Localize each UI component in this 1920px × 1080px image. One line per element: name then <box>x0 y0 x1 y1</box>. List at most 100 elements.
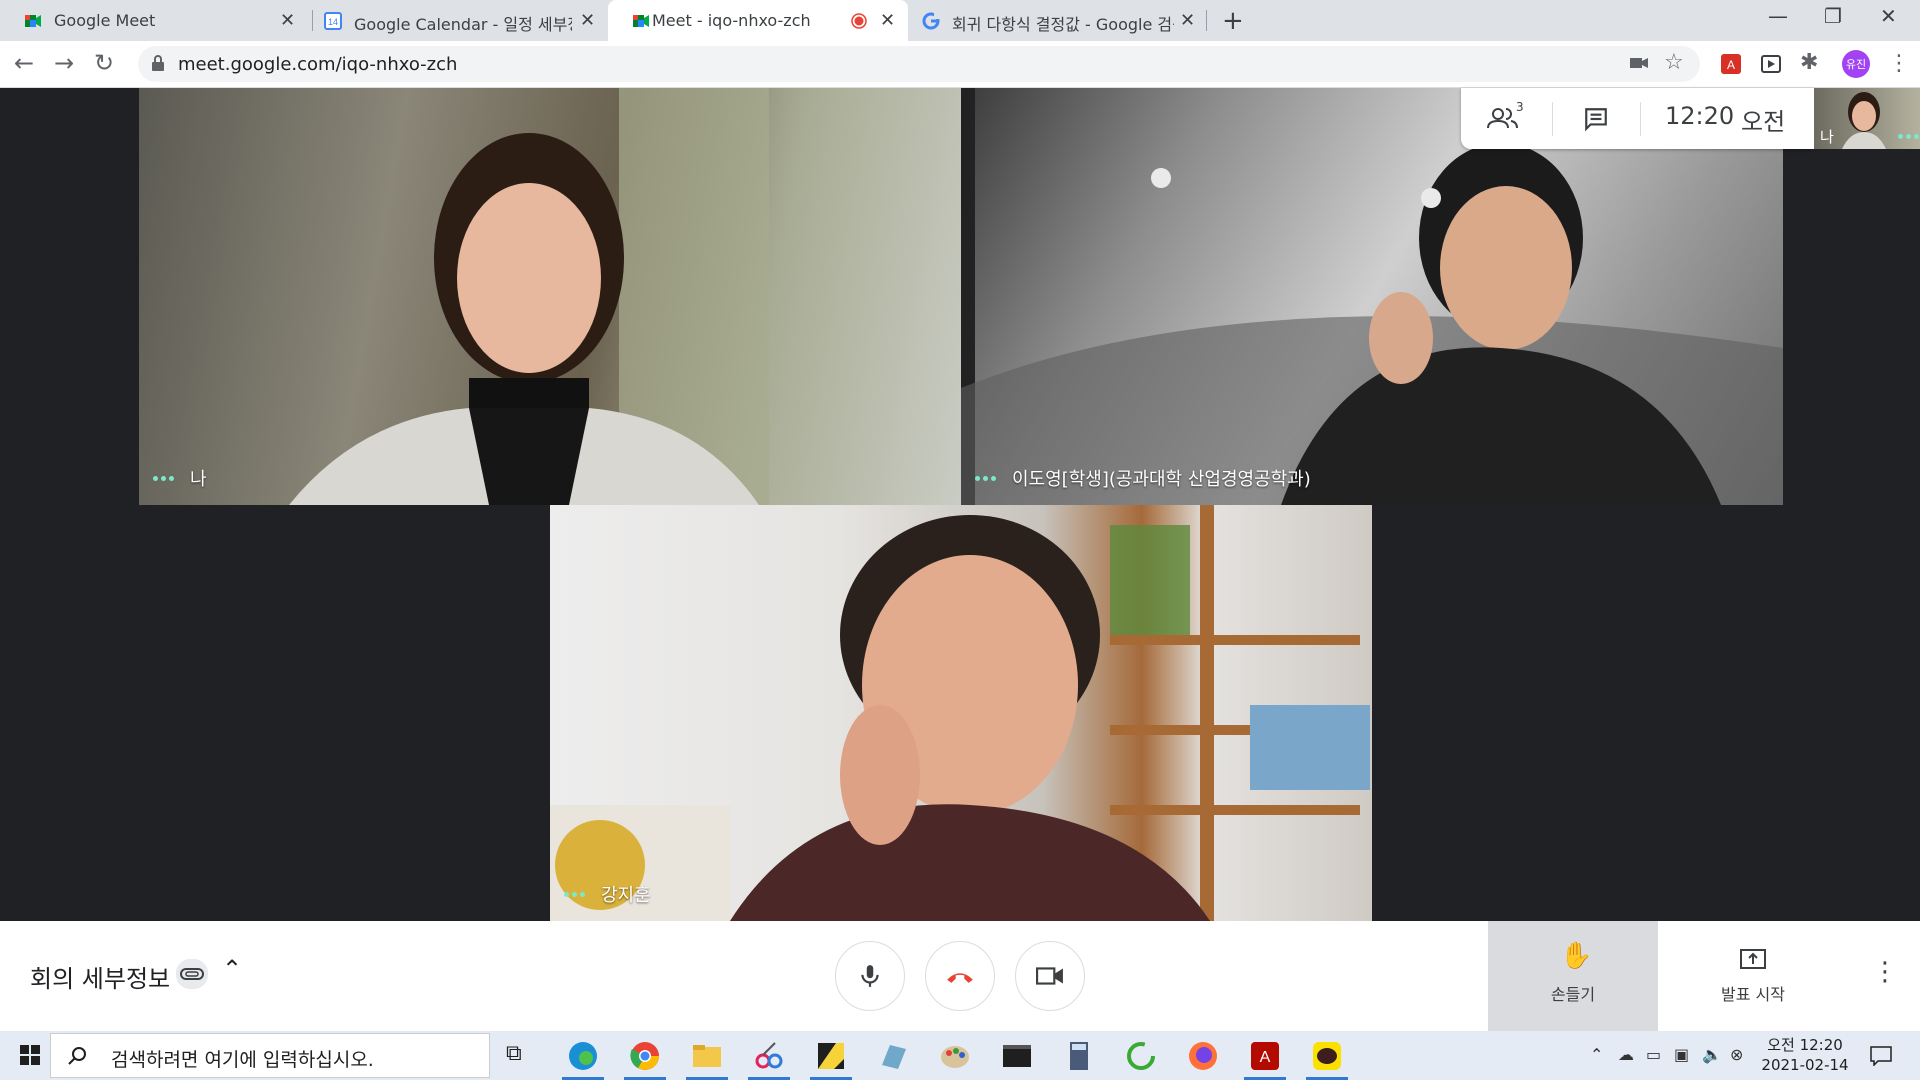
input-method-icon[interactable]: ⊗ <box>1730 1045 1743 1064</box>
hang-up-icon <box>947 972 973 983</box>
panel-divider <box>1640 102 1641 136</box>
battery-icon[interactable]: ▣ <box>1674 1045 1689 1064</box>
svg-text:A: A <box>1727 58 1735 72</box>
notes-app-icon[interactable] <box>876 1039 910 1073</box>
close-tab-icon[interactable]: ✕ <box>580 10 595 31</box>
meeting-stage: 나 이도영[학생](공과대학 산업경영공학과) 강지훈 <box>0 88 1920 921</box>
participant-tile[interactable]: 이도영[학생](공과대학 산업경영공학과) <box>961 88 1783 505</box>
taskbar-search[interactable]: 검색하려면 여기에 입력하십시오. <box>50 1033 490 1078</box>
participant-tile[interactable]: 강지훈 <box>550 505 1372 921</box>
network-icon[interactable]: ▭ <box>1646 1045 1661 1064</box>
tab-title: Meet - iqo-nhxo-zch <box>652 11 811 30</box>
close-window-icon[interactable]: ✕ <box>1880 4 1897 28</box>
clock-date: 2021-02-14 <box>1761 1056 1849 1074</box>
tab-google-search[interactable]: 회귀 다항식 결정값 - Google 검색 ✕ <box>912 0 1208 41</box>
extensions-puzzle-icon[interactable]: ✱ <box>1800 50 1818 75</box>
present-label: 발표 시작 <box>1721 985 1785 1004</box>
onedrive-icon[interactable]: ☁ <box>1618 1045 1634 1064</box>
close-tab-icon[interactable]: ✕ <box>1180 10 1195 31</box>
snipping-tool-icon[interactable] <box>748 1039 790 1080</box>
meeting-info-panel: 3 12:20 오전 <box>1461 88 1814 149</box>
camera-button[interactable] <box>1015 941 1085 1011</box>
tab-google-calendar[interactable]: 14 Google Calendar - 일정 세부정보 ✕ <box>312 0 604 41</box>
windows-start-icon[interactable] <box>20 1045 40 1065</box>
task-view-icon[interactable]: ⧉ <box>506 1041 522 1066</box>
self-view-thumbnail[interactable]: 나 <box>1814 88 1920 149</box>
google-calendar-icon: 14 <box>324 12 342 30</box>
participant-label: 나 <box>153 465 207 491</box>
profile-avatar[interactable]: 유진 <box>1842 50 1870 78</box>
reload-icon[interactable]: ↻ <box>94 49 114 77</box>
self-view-label: 나 <box>1820 128 1834 146</box>
audio-level-icon <box>564 891 585 897</box>
microphone-icon <box>861 965 879 987</box>
tab-google-meet[interactable]: Google Meet ✕ <box>0 0 304 41</box>
participant-video <box>550 505 1370 921</box>
google-meet-icon <box>25 15 41 27</box>
participant-name: 이도영[학생](공과대학 산업경영공학과) <box>1012 469 1311 490</box>
browser-menu-icon[interactable]: ⋮ <box>1888 51 1910 76</box>
search-placeholder: 검색하려면 여기에 입력하십시오. <box>111 1049 374 1071</box>
clock-ampm: 오전 <box>1767 1036 1795 1054</box>
paint-icon[interactable] <box>938 1039 972 1073</box>
meeting-controls: 회의 세부정보 ⌃ ✋ 손들기 발표 시작 ⋮ <box>0 921 1920 1031</box>
terminal-icon[interactable] <box>1000 1039 1034 1073</box>
raise-hand-label: 손들기 <box>1550 985 1596 1004</box>
tray-chevron-up-icon[interactable]: ⌃ <box>1590 1045 1603 1064</box>
address-bar[interactable]: meet.google.com/iqo-nhxo-zch ☆ <box>138 46 1700 82</box>
search-icon <box>68 1047 86 1065</box>
participant-video <box>961 88 1783 505</box>
tab-title: Google Calendar - 일정 세부정보 <box>354 15 572 34</box>
google-g-icon <box>922 12 940 30</box>
participant-name: 강지훈 <box>601 885 651 906</box>
forward-icon[interactable]: → <box>54 49 74 77</box>
calculator-icon[interactable] <box>1062 1039 1096 1073</box>
people-icon <box>1487 108 1518 129</box>
google-meet-icon <box>633 15 649 27</box>
svg-text:A: A <box>1260 1049 1271 1066</box>
more-options-icon[interactable]: ⋮ <box>1872 957 1898 987</box>
participant-video <box>289 88 769 505</box>
file-explorer-icon[interactable] <box>686 1039 728 1080</box>
end-call-button[interactable] <box>925 941 995 1011</box>
edge-icon[interactable] <box>562 1039 604 1080</box>
participant-tile-self[interactable]: 나 <box>139 88 961 505</box>
chrome-icon[interactable] <box>624 1039 666 1080</box>
audio-level-icon <box>153 475 174 481</box>
paperclip-icon <box>180 968 204 980</box>
system-clock[interactable]: 오전 12:20 2021-02-14 <box>1760 1035 1850 1075</box>
notifications-icon[interactable] <box>1870 1046 1892 1066</box>
lock-icon[interactable] <box>151 55 165 71</box>
raise-hand-button[interactable]: ✋ 손들기 <box>1488 921 1658 1031</box>
chat-icon[interactable] <box>1583 106 1609 132</box>
people-button[interactable]: 3 <box>1487 100 1527 136</box>
microphone-button[interactable] <box>835 941 905 1011</box>
present-button[interactable]: 발표 시작 <box>1668 921 1838 1031</box>
volume-icon[interactable]: 🔈 <box>1702 1045 1722 1064</box>
kakaotalk-icon[interactable] <box>1306 1039 1348 1080</box>
tab-divider <box>1206 10 1207 31</box>
restore-icon[interactable]: ❐ <box>1824 4 1842 28</box>
meeting-details-label[interactable]: 회의 세부정보 <box>30 959 170 994</box>
chevron-up-icon[interactable]: ⌃ <box>222 955 242 983</box>
sticky-notes-icon[interactable] <box>810 1039 852 1080</box>
tab-strip: Google Meet ✕ 14 Google Calendar - 일정 세부… <box>0 0 1920 41</box>
close-tab-icon[interactable]: ✕ <box>880 10 895 31</box>
minimize-icon[interactable]: — <box>1768 4 1788 28</box>
tab-meet-active[interactable]: Meet - iqo-nhxo-zch ✕ <box>608 0 908 41</box>
close-tab-icon[interactable]: ✕ <box>280 10 295 31</box>
acrobat-icon[interactable]: A <box>1244 1039 1286 1080</box>
firefox-icon[interactable] <box>1186 1039 1220 1073</box>
camera-in-use-icon[interactable] <box>1628 52 1650 74</box>
meeting-details-button[interactable] <box>176 959 208 989</box>
meeting-clock-time: 12:20 <box>1665 102 1735 130</box>
bookmark-star-icon[interactable]: ☆ <box>1664 50 1684 75</box>
new-tab-icon[interactable]: + <box>1222 6 1244 36</box>
sync-app-icon[interactable] <box>1124 1039 1158 1073</box>
pdf-extension-icon[interactable]: A <box>1720 53 1742 75</box>
audio-level-icon <box>1898 134 1919 139</box>
cast-extension-icon[interactable] <box>1760 53 1782 75</box>
raise-hand-icon: ✋ <box>1560 941 1593 971</box>
back-icon[interactable]: ← <box>14 49 34 77</box>
meeting-clock-ampm: 오전 <box>1741 108 1786 136</box>
